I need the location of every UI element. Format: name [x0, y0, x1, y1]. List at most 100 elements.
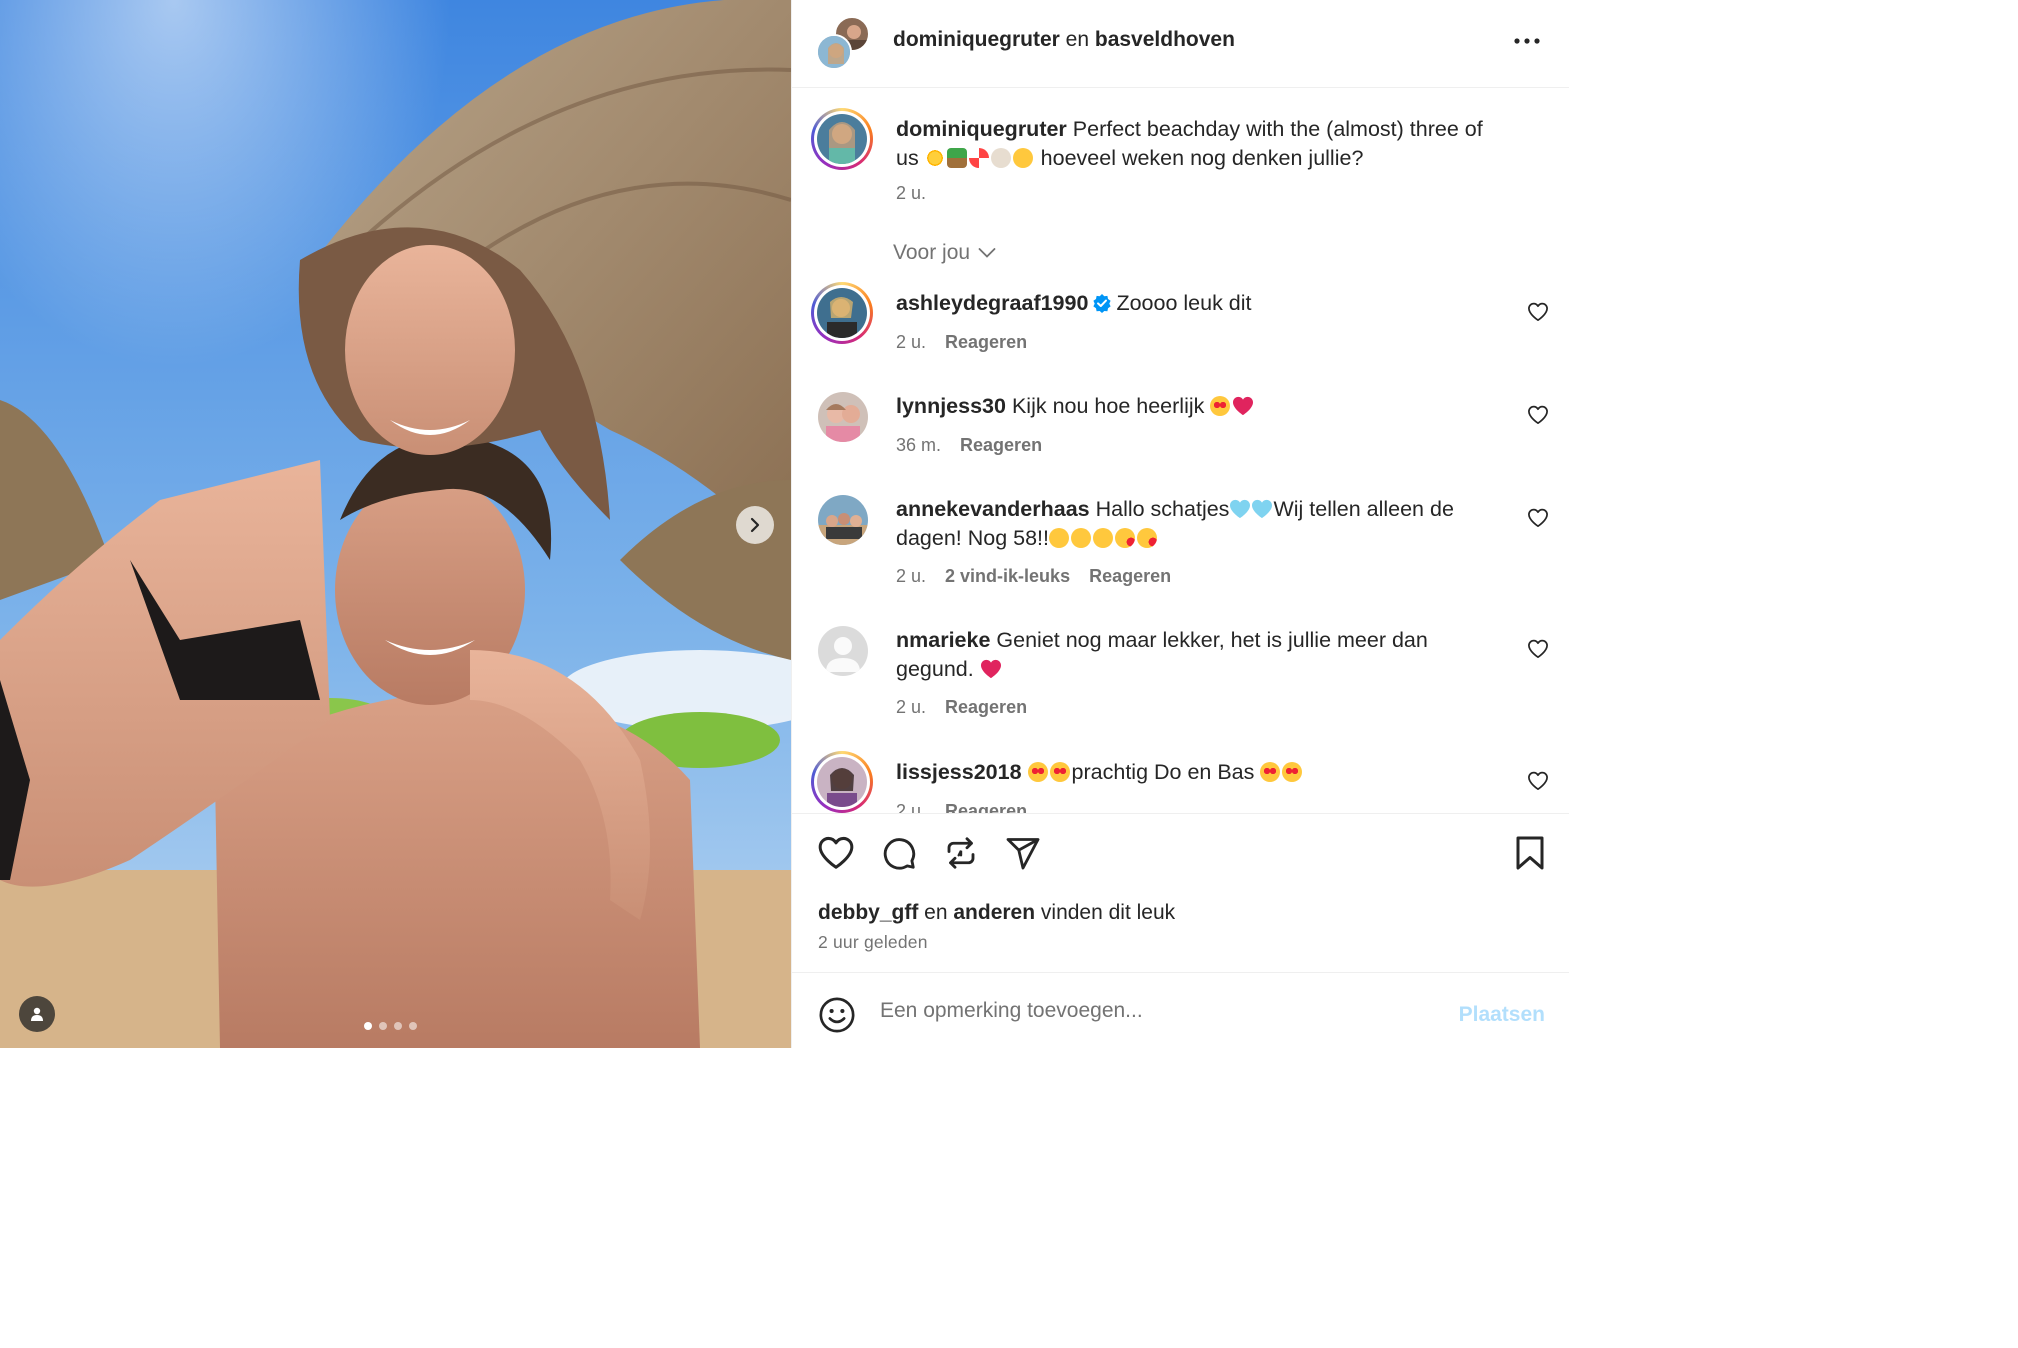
comment-avatar[interactable]	[811, 282, 873, 344]
tagged-users-button[interactable]	[19, 996, 55, 1032]
comment-body: prachtig Do en Bas	[1071, 760, 1255, 784]
comment-avatar[interactable]	[818, 626, 868, 676]
caption-text: dominiquegruter Perfect beachday with th…	[896, 115, 1496, 173]
comment-time[interactable]: 2 u.	[896, 566, 926, 587]
reply-button[interactable]: Reageren	[960, 435, 1042, 456]
like-button[interactable]	[817, 835, 855, 876]
more-icon	[1514, 38, 1540, 44]
like-comment-button[interactable]	[1527, 302, 1549, 327]
comment-meta: 2 u. Reageren	[896, 332, 1027, 353]
light-blue-heart-emoji-icon	[1230, 499, 1251, 519]
comment-avatar[interactable]	[818, 495, 868, 545]
repost-icon	[947, 837, 975, 869]
rofl-emoji-icon	[1049, 528, 1070, 548]
comment-icon	[883, 838, 916, 870]
comment-likes-link[interactable]: 2 vind-ik-leuks	[945, 566, 1070, 587]
caption-meta: 2 u.	[896, 183, 926, 204]
like-comment-button[interactable]	[1527, 771, 1549, 796]
comment-username[interactable]: ashleydegraaf1990	[896, 291, 1088, 315]
comment-username[interactable]: annekevanderhaas	[896, 497, 1090, 521]
likes-others-link[interactable]: anderen	[953, 901, 1035, 924]
like-comment-button[interactable]	[1527, 508, 1549, 533]
comment-filter-dropdown[interactable]: Voor jou	[893, 241, 996, 265]
verified-badge	[1088, 291, 1116, 315]
collab-avatars[interactable]	[816, 16, 870, 70]
like-comment-button[interactable]	[1527, 405, 1549, 430]
save-button[interactable]	[1513, 835, 1547, 876]
heart-icon	[818, 836, 854, 869]
author-link[interactable]: dominiquegruter	[893, 28, 1060, 51]
caption-body-end: hoeveel weken nog denken jullie?	[1034, 146, 1364, 170]
heart-eyes-emoji-icon	[1282, 762, 1303, 782]
comment-username[interactable]: lynnjess30	[896, 394, 1006, 418]
reply-button[interactable]: Reageren	[945, 697, 1027, 718]
comment-emoji	[1260, 760, 1304, 784]
comment-text: nmarieke Geniet nog maar lekker, het is …	[896, 626, 1496, 684]
shell-emoji-icon	[990, 148, 1011, 168]
umbrella-emoji-icon	[968, 148, 989, 168]
heart-icon	[1528, 771, 1548, 791]
comment-meta: 2 u. Reageren	[896, 697, 1027, 718]
carousel-dot	[394, 1022, 402, 1030]
author-joiner: en	[1059, 28, 1095, 51]
post-timestamp[interactable]: 2 uur geleden	[818, 932, 928, 953]
caption-avatar[interactable]	[811, 108, 873, 170]
bookmark-icon	[1516, 836, 1544, 870]
post-photo[interactable]	[0, 0, 791, 1048]
next-arrow-icon	[750, 517, 760, 533]
kissing-heart-emoji-icon	[1137, 528, 1158, 548]
comment-time[interactable]: 2 u.	[896, 697, 926, 718]
likes-suffix: vinden dit leuk	[1035, 901, 1176, 924]
next-slide-button[interactable]	[736, 506, 774, 544]
light-blue-heart-emoji-icon	[1252, 499, 1273, 519]
comment-emoji	[1210, 394, 1254, 418]
heart-eyes-emoji-icon	[1210, 396, 1231, 416]
reply-button[interactable]: Reageren	[945, 332, 1027, 353]
emoji-picker-button[interactable]	[818, 996, 856, 1039]
beach-photo	[0, 0, 791, 1048]
comment-avatar[interactable]	[811, 751, 873, 813]
hugging-face-emoji-icon	[1012, 148, 1033, 168]
like-comment-button[interactable]	[1527, 639, 1549, 664]
more-options-button[interactable]	[1513, 30, 1541, 57]
comment-text: ashleydegraaf1990 Zoooo leuk dit	[896, 289, 1496, 318]
comment-avatar[interactable]	[818, 392, 868, 442]
repost-button[interactable]	[942, 835, 980, 876]
comment-time[interactable]: 36 m.	[896, 435, 941, 456]
comments-list[interactable]: dominiquegruter Perfect beachday with th…	[792, 89, 1569, 813]
caption-time[interactable]: 2 u.	[896, 183, 926, 204]
default-avatar-icon	[818, 626, 868, 676]
reply-button[interactable]: Reageren	[945, 801, 1027, 813]
liker-username[interactable]: debby_gff	[818, 901, 918, 924]
heart-icon	[1528, 302, 1548, 322]
comment-emoji	[1027, 760, 1072, 784]
comment-input[interactable]	[880, 994, 1440, 1028]
share-button[interactable]	[1004, 835, 1042, 876]
add-comment-bar: Plaatsen	[792, 974, 1569, 1048]
comment-time[interactable]: 2 u.	[896, 801, 926, 813]
post-header: dominiquegruter en basveldhoven	[792, 0, 1569, 88]
comment-button[interactable]	[880, 835, 918, 876]
comment-filter-label: Voor jou	[893, 241, 971, 264]
carousel-dot	[409, 1022, 417, 1030]
comment-username[interactable]: nmarieke	[896, 628, 990, 652]
rofl-emoji-icon	[1071, 528, 1092, 548]
heart-eyes-emoji-icon	[1027, 762, 1048, 782]
caption-username[interactable]: dominiquegruter	[896, 117, 1067, 141]
sun-emoji-icon	[924, 148, 945, 168]
user-tag-icon	[31, 1007, 43, 1021]
post-comment-button[interactable]: Plaatsen	[1459, 1003, 1545, 1027]
comment-username[interactable]: lissjess2018	[896, 760, 1022, 784]
heart-icon	[1528, 405, 1548, 425]
likes-joiner: en	[918, 901, 954, 924]
coauthor-link[interactable]: basveldhoven	[1095, 28, 1235, 51]
heart-icon	[1528, 508, 1548, 528]
comment-emoji	[980, 657, 1002, 681]
kissing-heart-emoji-icon	[1115, 528, 1136, 548]
heart-icon	[1528, 639, 1548, 659]
comment-body: Zoooo leuk dit	[1116, 291, 1252, 315]
comment-time[interactable]: 2 u.	[896, 332, 926, 353]
caption-emoji	[924, 146, 1035, 170]
share-icon	[1006, 838, 1040, 870]
reply-button[interactable]: Reageren	[1089, 566, 1171, 587]
